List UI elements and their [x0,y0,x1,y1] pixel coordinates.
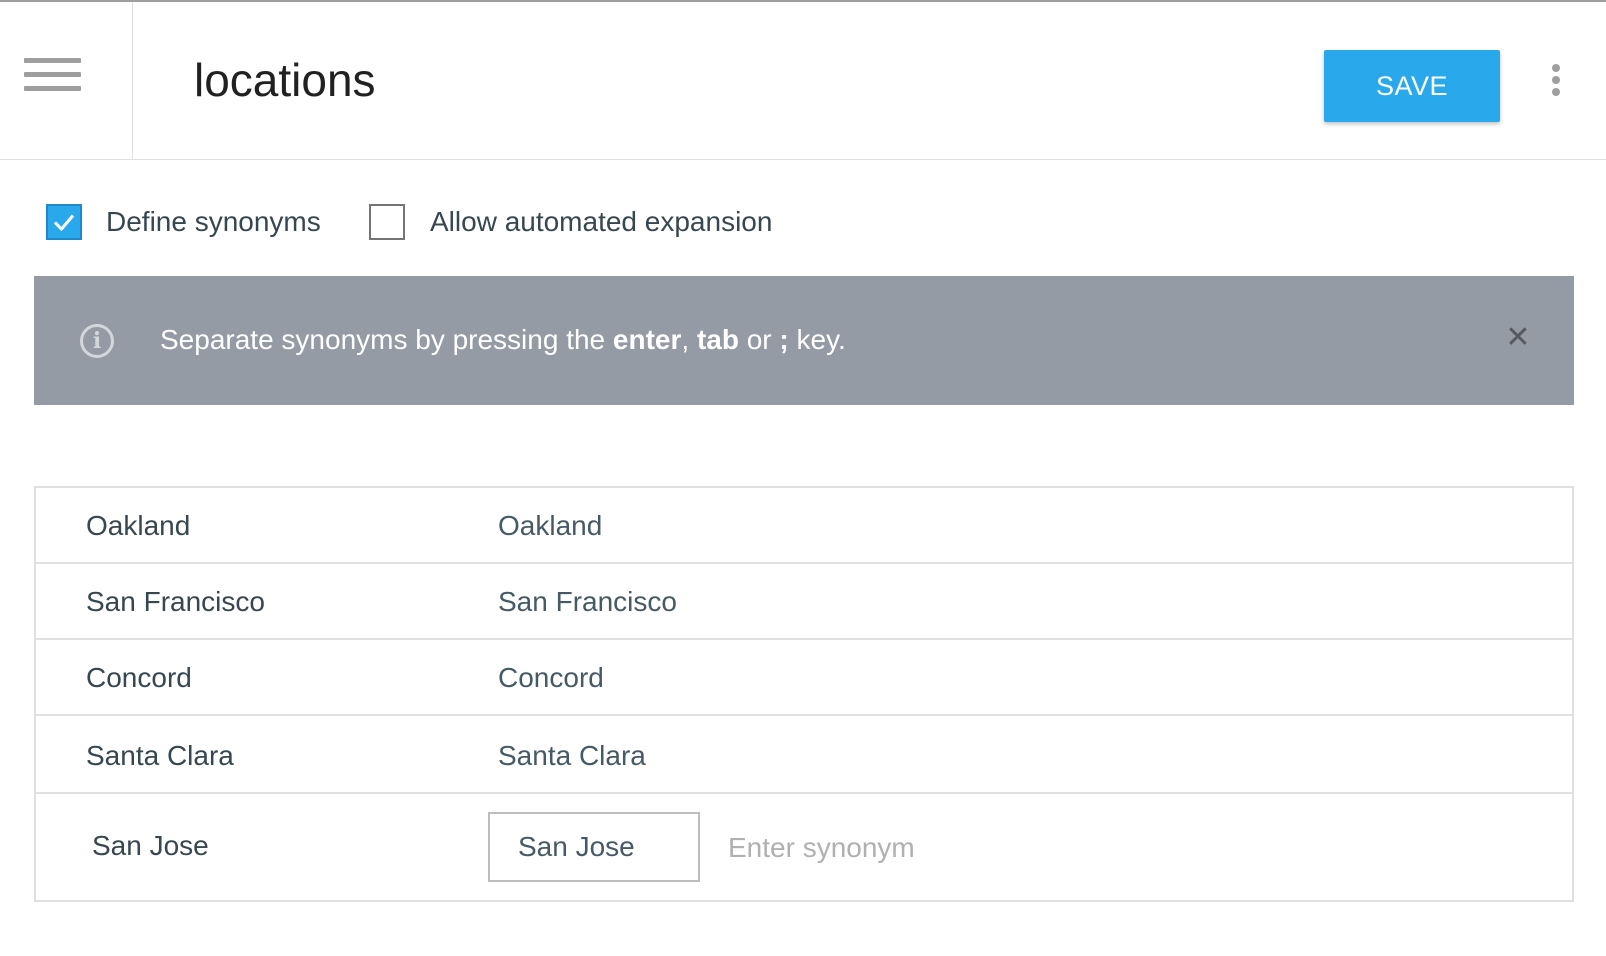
checkmark-icon [53,214,75,232]
synonym-chip[interactable]: San Jose [488,812,700,882]
more-vert-icon[interactable] [1548,64,1564,100]
allow-expansion-label[interactable]: Allow automated expansion [430,202,772,242]
table-row[interactable]: San Francisco San Francisco [36,564,1572,640]
allow-expansion-checkbox[interactable] [369,204,405,240]
synonym-text[interactable]: Santa Clara [498,736,646,776]
page-title: locations [194,54,376,106]
reference-value[interactable]: San Jose [92,826,209,866]
synonym-input[interactable] [726,824,1230,872]
menu-icon[interactable] [24,58,81,92]
synonym-text[interactable]: Concord [498,658,604,698]
reference-value[interactable]: Oakland [86,506,190,546]
header-bar: locations SAVE [0,2,1606,160]
reference-value[interactable]: San Francisco [86,582,265,622]
reference-value[interactable]: Concord [86,658,192,698]
banner-message: Separate synonyms by pressing the enter,… [160,324,846,355]
info-icon: i [80,324,114,358]
entries-table: Oakland Oakland San Francisco San Franci… [34,486,1574,902]
define-synonyms-checkbox[interactable] [46,204,82,240]
menu-column [0,2,133,160]
table-row-editing[interactable]: San Jose San Jose [36,794,1572,900]
entity-options: Define synonyms ? Allow automated expans… [46,202,946,246]
save-button[interactable]: SAVE [1324,50,1500,122]
synonym-text[interactable]: Oakland [498,506,602,546]
info-banner: i Separate synonyms by pressing the ente… [34,276,1574,405]
synonym-text[interactable]: San Francisco [498,582,677,622]
table-row[interactable]: Oakland Oakland [36,488,1572,564]
close-icon[interactable]: ✕ [1502,322,1534,354]
table-row[interactable]: Concord Concord [36,640,1572,716]
table-row[interactable]: Santa Clara Santa Clara [36,716,1572,794]
reference-value[interactable]: Santa Clara [86,736,234,776]
define-synonyms-label[interactable]: Define synonyms [106,202,321,242]
